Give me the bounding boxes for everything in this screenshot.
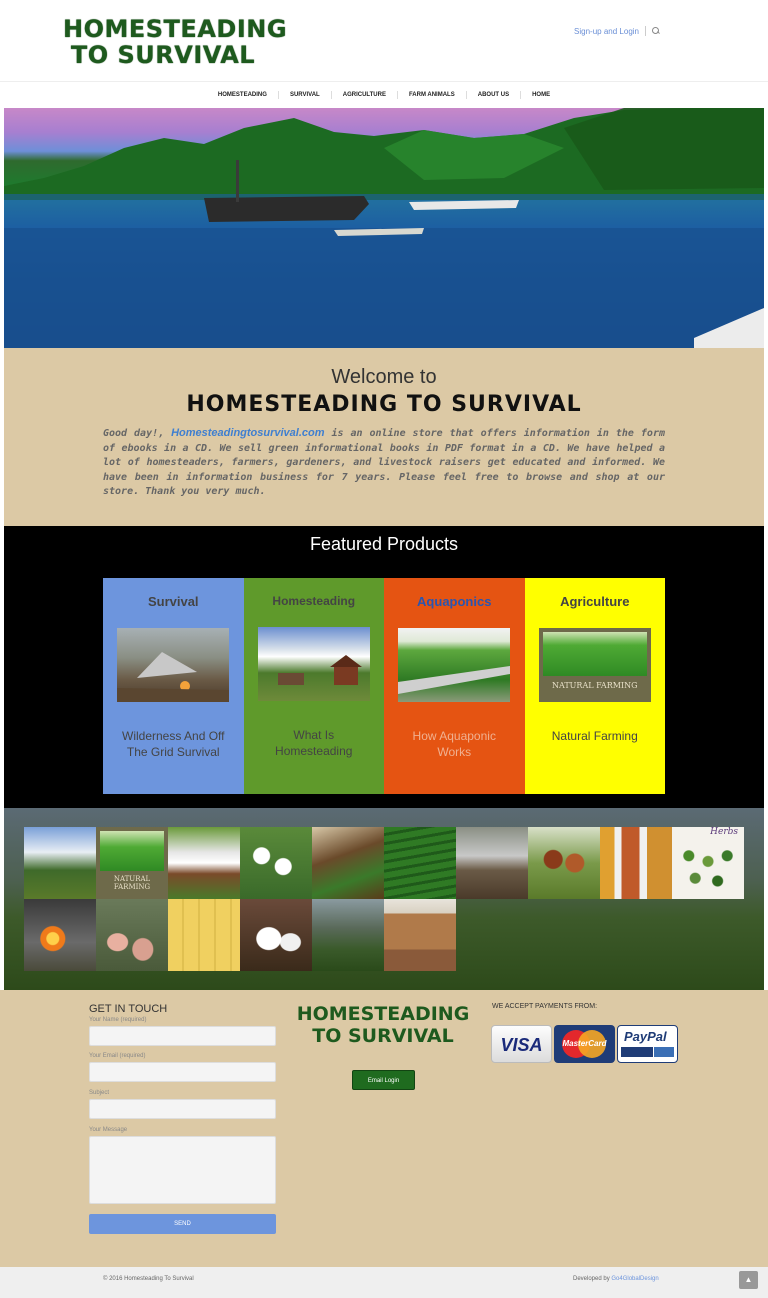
logo-line-2: TO SURVIVAL bbox=[312, 1025, 454, 1047]
main-nav: HOMESTEADING SURVIVAL AGRICULTURE FARM A… bbox=[0, 82, 768, 108]
nav-item-homesteading[interactable]: HOMESTEADING bbox=[207, 91, 278, 99]
gallery-tile-natural-farming[interactable]: NATURAL FARMING bbox=[96, 827, 168, 899]
featured-products-section: Featured Products Survival Wilderness An… bbox=[4, 526, 764, 808]
nav-item-agriculture[interactable]: AGRICULTURE bbox=[330, 91, 397, 99]
hero-landscape bbox=[4, 108, 764, 348]
welcome-heading: Welcome to bbox=[331, 366, 437, 388]
tile-caption: NATURAL FARMING bbox=[113, 875, 151, 891]
gallery-tile-campfire[interactable] bbox=[24, 899, 96, 971]
gallery-tile-herbs-chart[interactable]: Herbs bbox=[672, 827, 744, 899]
search-icon[interactable] bbox=[652, 27, 660, 35]
product-card-homesteading[interactable]: Homesteading What Is Homesteading bbox=[243, 578, 384, 794]
gallery-tile-water-pump[interactable] bbox=[312, 899, 384, 971]
gallery-tile-preserves[interactable] bbox=[600, 827, 672, 899]
product-image-survival[interactable] bbox=[117, 628, 230, 702]
site-link[interactable]: Homesteadingtosurvival.com bbox=[171, 427, 324, 439]
get-in-touch-heading: GET IN TOUCH bbox=[89, 1003, 168, 1015]
visa-logo: VISA bbox=[491, 1025, 552, 1063]
signup-login-link[interactable]: Sign-up and Login bbox=[574, 27, 639, 36]
send-button[interactable]: SEND bbox=[89, 1214, 276, 1234]
nav-item-home[interactable]: HOME bbox=[520, 91, 561, 99]
email-label: Your Email (required) bbox=[89, 1053, 146, 1059]
header-links: Sign-up and Login bbox=[574, 26, 660, 36]
subject-label: Subject bbox=[89, 1090, 110, 1096]
footer-bar: © 2016 Homesteading To Survival Develope… bbox=[0, 1267, 768, 1298]
welcome-section: Welcome to HOMESTEADING TO SURVIVAL Good… bbox=[4, 348, 764, 526]
gallery-tile-rabbits[interactable] bbox=[240, 899, 312, 971]
message-label: Your Message bbox=[89, 1127, 128, 1133]
card-category: Agriculture bbox=[560, 594, 630, 609]
product-card-survival[interactable]: Survival Wilderness And Off The Grid Sur… bbox=[103, 578, 244, 794]
site-header: HOMESTEADING TO SURVIVAL Sign-up and Log… bbox=[0, 0, 768, 82]
visa-text: VISA bbox=[500, 1035, 543, 1055]
natural-farming-cover-photo bbox=[542, 632, 647, 676]
payments-heading: WE ACCEPT PAYMENTS FROM: bbox=[492, 1003, 598, 1010]
email-login-button[interactable]: Email Login bbox=[352, 1070, 415, 1090]
divider bbox=[645, 26, 646, 36]
photo-gallery-section: NATURAL FARMING Herbs bbox=[4, 808, 764, 990]
nav-item-survival[interactable]: SURVIVAL bbox=[277, 91, 331, 99]
paypal-logo: PayPal bbox=[617, 1025, 678, 1063]
gallery-tile-ducks[interactable] bbox=[240, 827, 312, 899]
developer-link[interactable]: Go4GlobalDesign bbox=[611, 1276, 658, 1282]
welcome-text-start: Good day!, bbox=[103, 428, 172, 439]
nav-item-about-us[interactable]: ABOUT US bbox=[465, 91, 520, 99]
gallery-tile-goats[interactable] bbox=[168, 827, 240, 899]
chevron-up-icon: ▲ bbox=[744, 1275, 753, 1284]
gallery-tile-soap[interactable] bbox=[168, 899, 240, 971]
gallery-tile-planting[interactable] bbox=[312, 827, 384, 899]
product-card-aquaponics[interactable]: Aquaponics How Aquaponic Works bbox=[384, 578, 525, 794]
payment-methods: VISA MasterCard PayPal bbox=[491, 1025, 678, 1063]
message-field[interactable] bbox=[89, 1136, 276, 1204]
nav-item-farm-animals[interactable]: FARM ANIMALS bbox=[396, 91, 466, 99]
name-label: Your Name (required) bbox=[89, 1017, 147, 1023]
welcome-text: Good day!, Homesteadingtosurvival.com is… bbox=[103, 426, 665, 500]
product-image-agriculture[interactable]: NATURAL FARMING bbox=[538, 628, 651, 702]
cover-title: NATURAL FARMING bbox=[552, 681, 638, 690]
tile-caption: Herbs bbox=[710, 827, 738, 837]
mastercard-text: MasterCard bbox=[562, 1039, 607, 1048]
welcome-title: HOMESTEADING TO SURVIVAL bbox=[186, 392, 582, 417]
card-product-name[interactable]: Wilderness And Off The Grid Survival bbox=[115, 728, 231, 760]
gallery-tile-homestead[interactable] bbox=[24, 827, 96, 899]
logo-line-2: TO SURVIVAL bbox=[70, 41, 256, 69]
site-logo[interactable]: HOMESTEADING TO SURVIVAL bbox=[63, 15, 288, 69]
paypal-text: PayPal bbox=[624, 1029, 667, 1044]
contact-section: GET IN TOUCH Your Name (required) Your E… bbox=[0, 990, 768, 1267]
logo-line-1: HOMESTEADING bbox=[63, 15, 288, 43]
subject-field[interactable] bbox=[89, 1099, 276, 1119]
page: HOMESTEADING TO SURVIVAL Sign-up and Log… bbox=[0, 0, 768, 1298]
developer-credit: Developed by Go4GlobalDesign bbox=[573, 1276, 659, 1282]
email-field[interactable] bbox=[89, 1062, 276, 1082]
featured-heading: Featured Products bbox=[309, 534, 459, 554]
mastercard-logo: MasterCard bbox=[554, 1025, 615, 1063]
developed-by-text: Developed by bbox=[573, 1276, 612, 1282]
card-product-name[interactable]: Natural Farming bbox=[537, 728, 653, 744]
product-image-homesteading[interactable] bbox=[257, 627, 370, 701]
gallery-tile-pigs[interactable] bbox=[96, 899, 168, 971]
footer-logo[interactable]: HOMESTEADING TO SURVIVAL bbox=[293, 1003, 473, 1047]
hero-banner-image bbox=[4, 108, 764, 348]
card-product-name[interactable]: How Aquaponic Works bbox=[396, 728, 512, 760]
name-field[interactable] bbox=[89, 1026, 276, 1046]
card-category: Homesteading bbox=[272, 594, 356, 608]
gallery-grid: NATURAL FARMING Herbs bbox=[24, 827, 744, 971]
tile-photo bbox=[100, 831, 164, 871]
card-product-name[interactable]: What Is Homesteading bbox=[256, 727, 372, 759]
gallery-tile-chickens[interactable] bbox=[528, 827, 600, 899]
gallery-tile-crop-rows[interactable] bbox=[384, 827, 456, 899]
product-image-aquaponics[interactable] bbox=[398, 628, 511, 702]
card-category: Survival bbox=[147, 594, 199, 609]
copyright-text: © 2016 Homesteading To Survival bbox=[103, 1276, 194, 1282]
featured-cards: Survival Wilderness And Off The Grid Sur… bbox=[103, 578, 665, 794]
card-category: Aquaponics bbox=[417, 594, 492, 609]
scroll-to-top-button[interactable]: ▲ bbox=[739, 1271, 758, 1289]
gallery-tile-shelter[interactable] bbox=[456, 827, 528, 899]
product-card-agriculture[interactable]: Agriculture NATURAL FARMING Natural Farm… bbox=[524, 578, 665, 794]
gallery-tile-cabinet[interactable] bbox=[384, 899, 456, 971]
herbs-illustration bbox=[676, 839, 740, 895]
logo-line-1: HOMESTEADING bbox=[296, 1003, 470, 1025]
